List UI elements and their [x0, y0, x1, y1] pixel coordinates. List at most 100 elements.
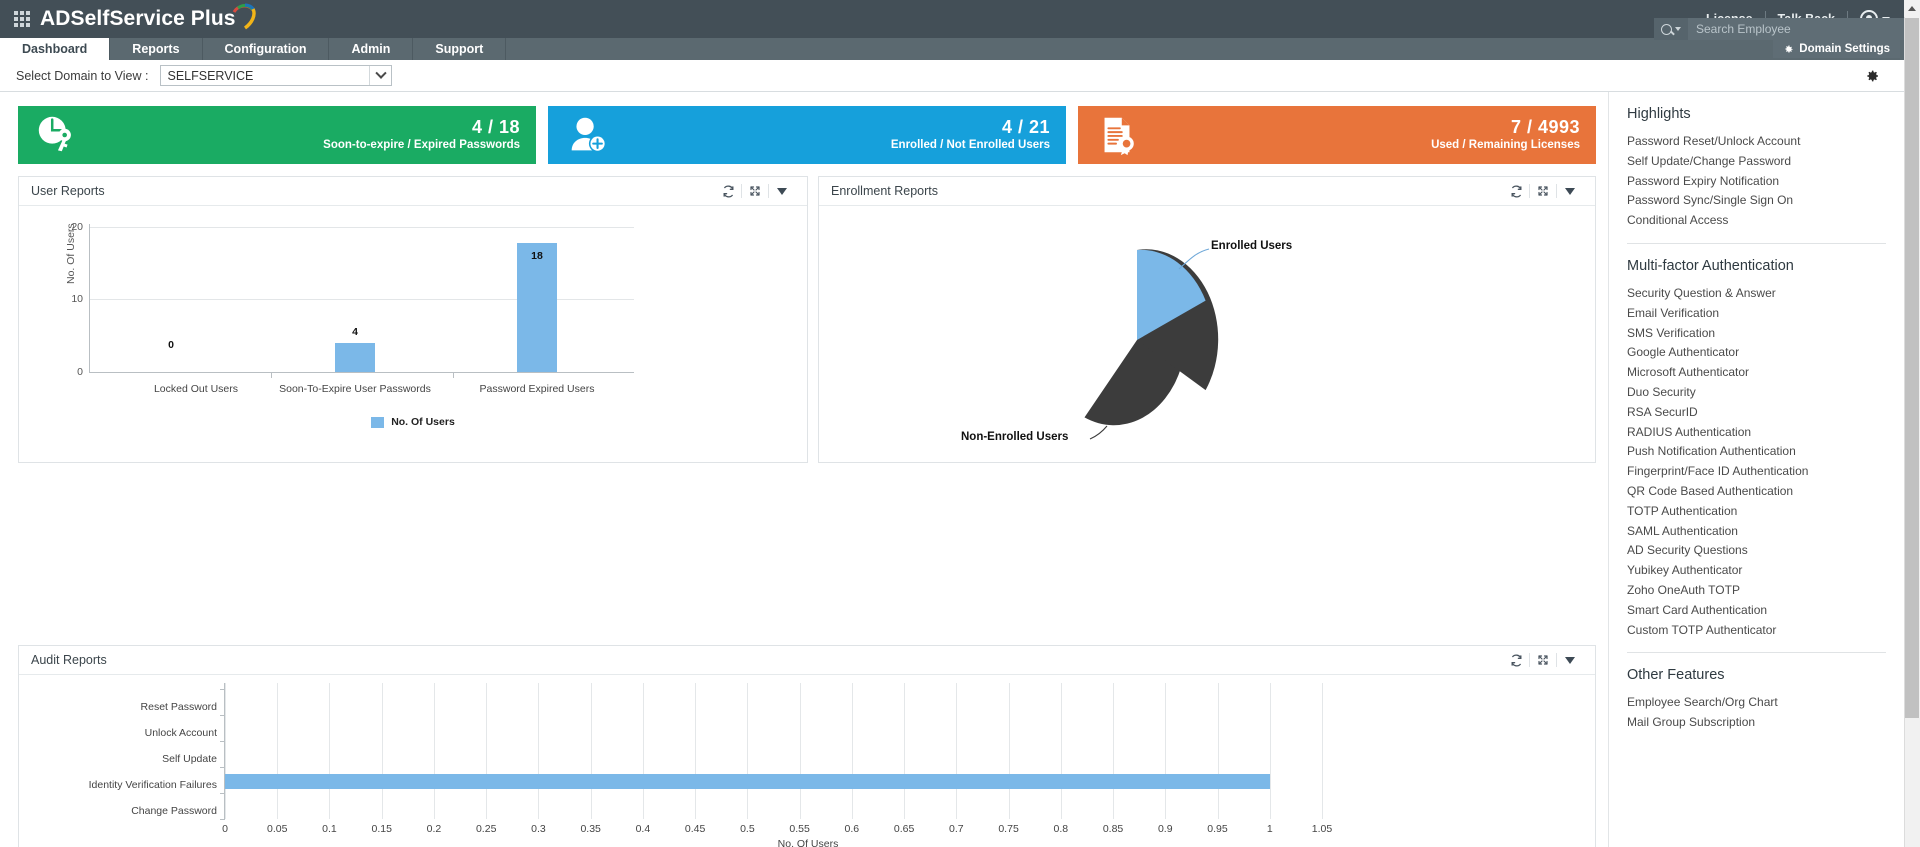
kpi-caption: Enrolled / Not Enrolled Users	[890, 139, 1050, 151]
search-box[interactable]	[1654, 18, 1904, 40]
refresh-icon[interactable]	[715, 182, 741, 200]
sidebar-link-push-notification-authentication[interactable]: Push Notification Authentication	[1627, 442, 1904, 462]
category-label-unlock-account: Unlock Account	[144, 727, 217, 739]
chevron-down-icon[interactable]	[369, 66, 391, 85]
x-tick-label: 0.1	[322, 823, 337, 835]
sidebar-link-sms-verification[interactable]: SMS Verification	[1627, 324, 1904, 344]
tab-dashboard[interactable]: Dashboard	[0, 38, 111, 60]
x-axis-line	[89, 372, 634, 373]
y-tick-label: 10	[71, 293, 83, 305]
widget-title: User Reports	[31, 184, 105, 198]
domain-select-label: Select Domain to View :	[16, 68, 149, 83]
gridline	[381, 683, 383, 819]
gridline	[1165, 683, 1167, 819]
scrollbar-thumb[interactable]	[1905, 18, 1919, 718]
scroll-up-button[interactable]	[1904, 0, 1920, 17]
x-tick-label: 0.5	[740, 823, 755, 835]
x-category-label: Locked Out Users	[153, 383, 239, 395]
sidebar-link-password-sync-single-sign-on[interactable]: Password Sync/Single Sign On	[1627, 191, 1904, 211]
dashboard-main-column: 4 / 18 Soon-to-expire / Expired Password…	[0, 92, 1608, 847]
kpi-card-licenses[interactable]: 7 / 4993 Used / Remaining Licenses	[1078, 106, 1596, 164]
sidebar-link-duo-security[interactable]: Duo Security	[1627, 383, 1904, 403]
sidebar-link-radius-authentication[interactable]: RADIUS Authentication	[1627, 423, 1904, 443]
sidebar-link-security-question-answer[interactable]: Security Question & Answer	[1627, 284, 1904, 304]
sidebar-link-qr-code-based-authentication[interactable]: QR Code Based Authentication	[1627, 482, 1904, 502]
sidebar-link-employee-search-org-chart[interactable]: Employee Search/Org Chart	[1627, 693, 1904, 713]
sidebar-link-self-update-change-password[interactable]: Self Update/Change Password	[1627, 152, 1904, 172]
x-tick-label: 0	[222, 823, 228, 835]
tab-configuration[interactable]: Configuration	[203, 38, 330, 60]
sidebar-link-password-expiry-notification[interactable]: Password Expiry Notification	[1627, 172, 1904, 192]
domain-select-value: SELFSERVICE	[167, 68, 254, 83]
chevron-down-icon[interactable]	[769, 182, 795, 200]
search-input[interactable]	[1688, 18, 1904, 40]
axis-tick	[271, 373, 272, 378]
main-tabs: Dashboard Reports Configuration Admin Su…	[0, 38, 1904, 60]
expand-icon[interactable]	[1530, 182, 1556, 200]
sidebar-link-microsoft-authenticator[interactable]: Microsoft Authenticator	[1627, 363, 1904, 383]
sidebar-link-yubikey-authenticator[interactable]: Yubikey Authenticator	[1627, 561, 1904, 581]
gridline	[486, 683, 488, 819]
app-name: ADSelfService Plus	[40, 7, 236, 30]
refresh-icon[interactable]	[1503, 651, 1529, 669]
kpi-card-passwords[interactable]: 4 / 18 Soon-to-expire / Expired Password…	[18, 106, 536, 164]
sidebar-link-mail-group-subscription[interactable]: Mail Group Subscription	[1627, 713, 1904, 733]
pie-slices	[1084, 249, 1219, 426]
sidebar-link-custom-totp-authenticator[interactable]: Custom TOTP Authenticator	[1627, 621, 1904, 641]
y-tick-label: 20	[71, 221, 83, 233]
refresh-icon[interactable]	[1503, 182, 1529, 200]
tab-admin[interactable]: Admin	[329, 38, 414, 60]
gridline	[590, 683, 592, 819]
sidebar-link-rsa-securid[interactable]: RSA SecurID	[1627, 403, 1904, 423]
bar-value-label: 0	[168, 339, 174, 351]
search-icon[interactable]	[1654, 18, 1688, 40]
apps-grid-icon[interactable]	[14, 11, 30, 27]
gridline	[904, 683, 906, 819]
legend-swatch	[371, 416, 385, 428]
chevron-down-icon[interactable]	[1557, 182, 1583, 200]
gridline	[747, 683, 749, 819]
dashboard-settings-button[interactable]	[1862, 66, 1882, 86]
chevron-down-icon[interactable]	[1557, 651, 1583, 669]
x-tick-label: 0.55	[789, 823, 810, 835]
clock-key-icon	[34, 112, 80, 158]
sidebar-link-google-authenticator[interactable]: Google Authenticator	[1627, 343, 1904, 363]
bar-soon-to-expire[interactable]	[335, 343, 375, 372]
gridline	[851, 683, 853, 819]
x-tick-label: 0.8	[1053, 823, 1069, 835]
x-tick-label: 0.05	[267, 823, 288, 835]
user-reports-bar-chart: No. Of Users 20 10 0 0 4 18 Locked Out U…	[19, 206, 807, 462]
bar-identity-verification-failures[interactable]	[225, 774, 1270, 789]
category-label-change-password: Change Password	[131, 805, 217, 817]
sidebar-link-smart-card-authentication[interactable]: Smart Card Authentication	[1627, 601, 1904, 621]
brand-swoosh-icon	[232, 3, 256, 30]
domain-settings-label: Domain Settings	[1799, 43, 1890, 55]
sidebar-link-totp-authentication[interactable]: TOTP Authentication	[1627, 502, 1904, 522]
bar-password-expired[interactable]	[517, 243, 557, 372]
gridline	[225, 683, 226, 819]
y-axis-line	[89, 224, 90, 373]
widget-user-reports: User Reports No. Of Users 20 10 0 0 4 18…	[18, 176, 808, 463]
sidebar-link-conditional-access[interactable]: Conditional Access	[1627, 211, 1904, 231]
expand-icon[interactable]	[742, 182, 768, 200]
domain-select[interactable]: SELFSERVICE	[160, 65, 393, 86]
domain-settings-button[interactable]: Domain Settings	[1773, 40, 1900, 58]
kpi-card-enrollment[interactable]: 4 / 21 Enrolled / Not Enrolled Users	[548, 106, 1066, 164]
tab-support[interactable]: Support	[413, 38, 507, 60]
sidebar-link-ad-security-questions[interactable]: AD Security Questions	[1627, 541, 1904, 561]
y-tick-label: 0	[77, 366, 83, 378]
expand-icon[interactable]	[1530, 651, 1556, 669]
x-tick-label: 0.6	[844, 823, 860, 835]
tab-reports[interactable]: Reports	[110, 38, 203, 60]
widget-header: User Reports	[19, 177, 807, 206]
sidebar-link-zoho-oneauth-totp[interactable]: Zoho OneAuth TOTP	[1627, 581, 1904, 601]
page-scrollbar[interactable]	[1904, 0, 1920, 847]
sidebar-link-saml-authentication[interactable]: SAML Authentication	[1627, 522, 1904, 542]
gridline	[799, 683, 801, 819]
sidebar-link-email-verification[interactable]: Email Verification	[1627, 304, 1904, 324]
x-tick-label: 0.4	[635, 823, 651, 835]
sidebar-link-fingerprint-face-id-authentication[interactable]: Fingerprint/Face ID Authentication	[1627, 462, 1904, 482]
gridline	[956, 683, 958, 819]
sidebar-heading-mfa: Multi-factor Authentication	[1627, 257, 1794, 274]
sidebar-link-password-reset-unlock-account[interactable]: Password Reset/Unlock Account	[1627, 132, 1904, 152]
